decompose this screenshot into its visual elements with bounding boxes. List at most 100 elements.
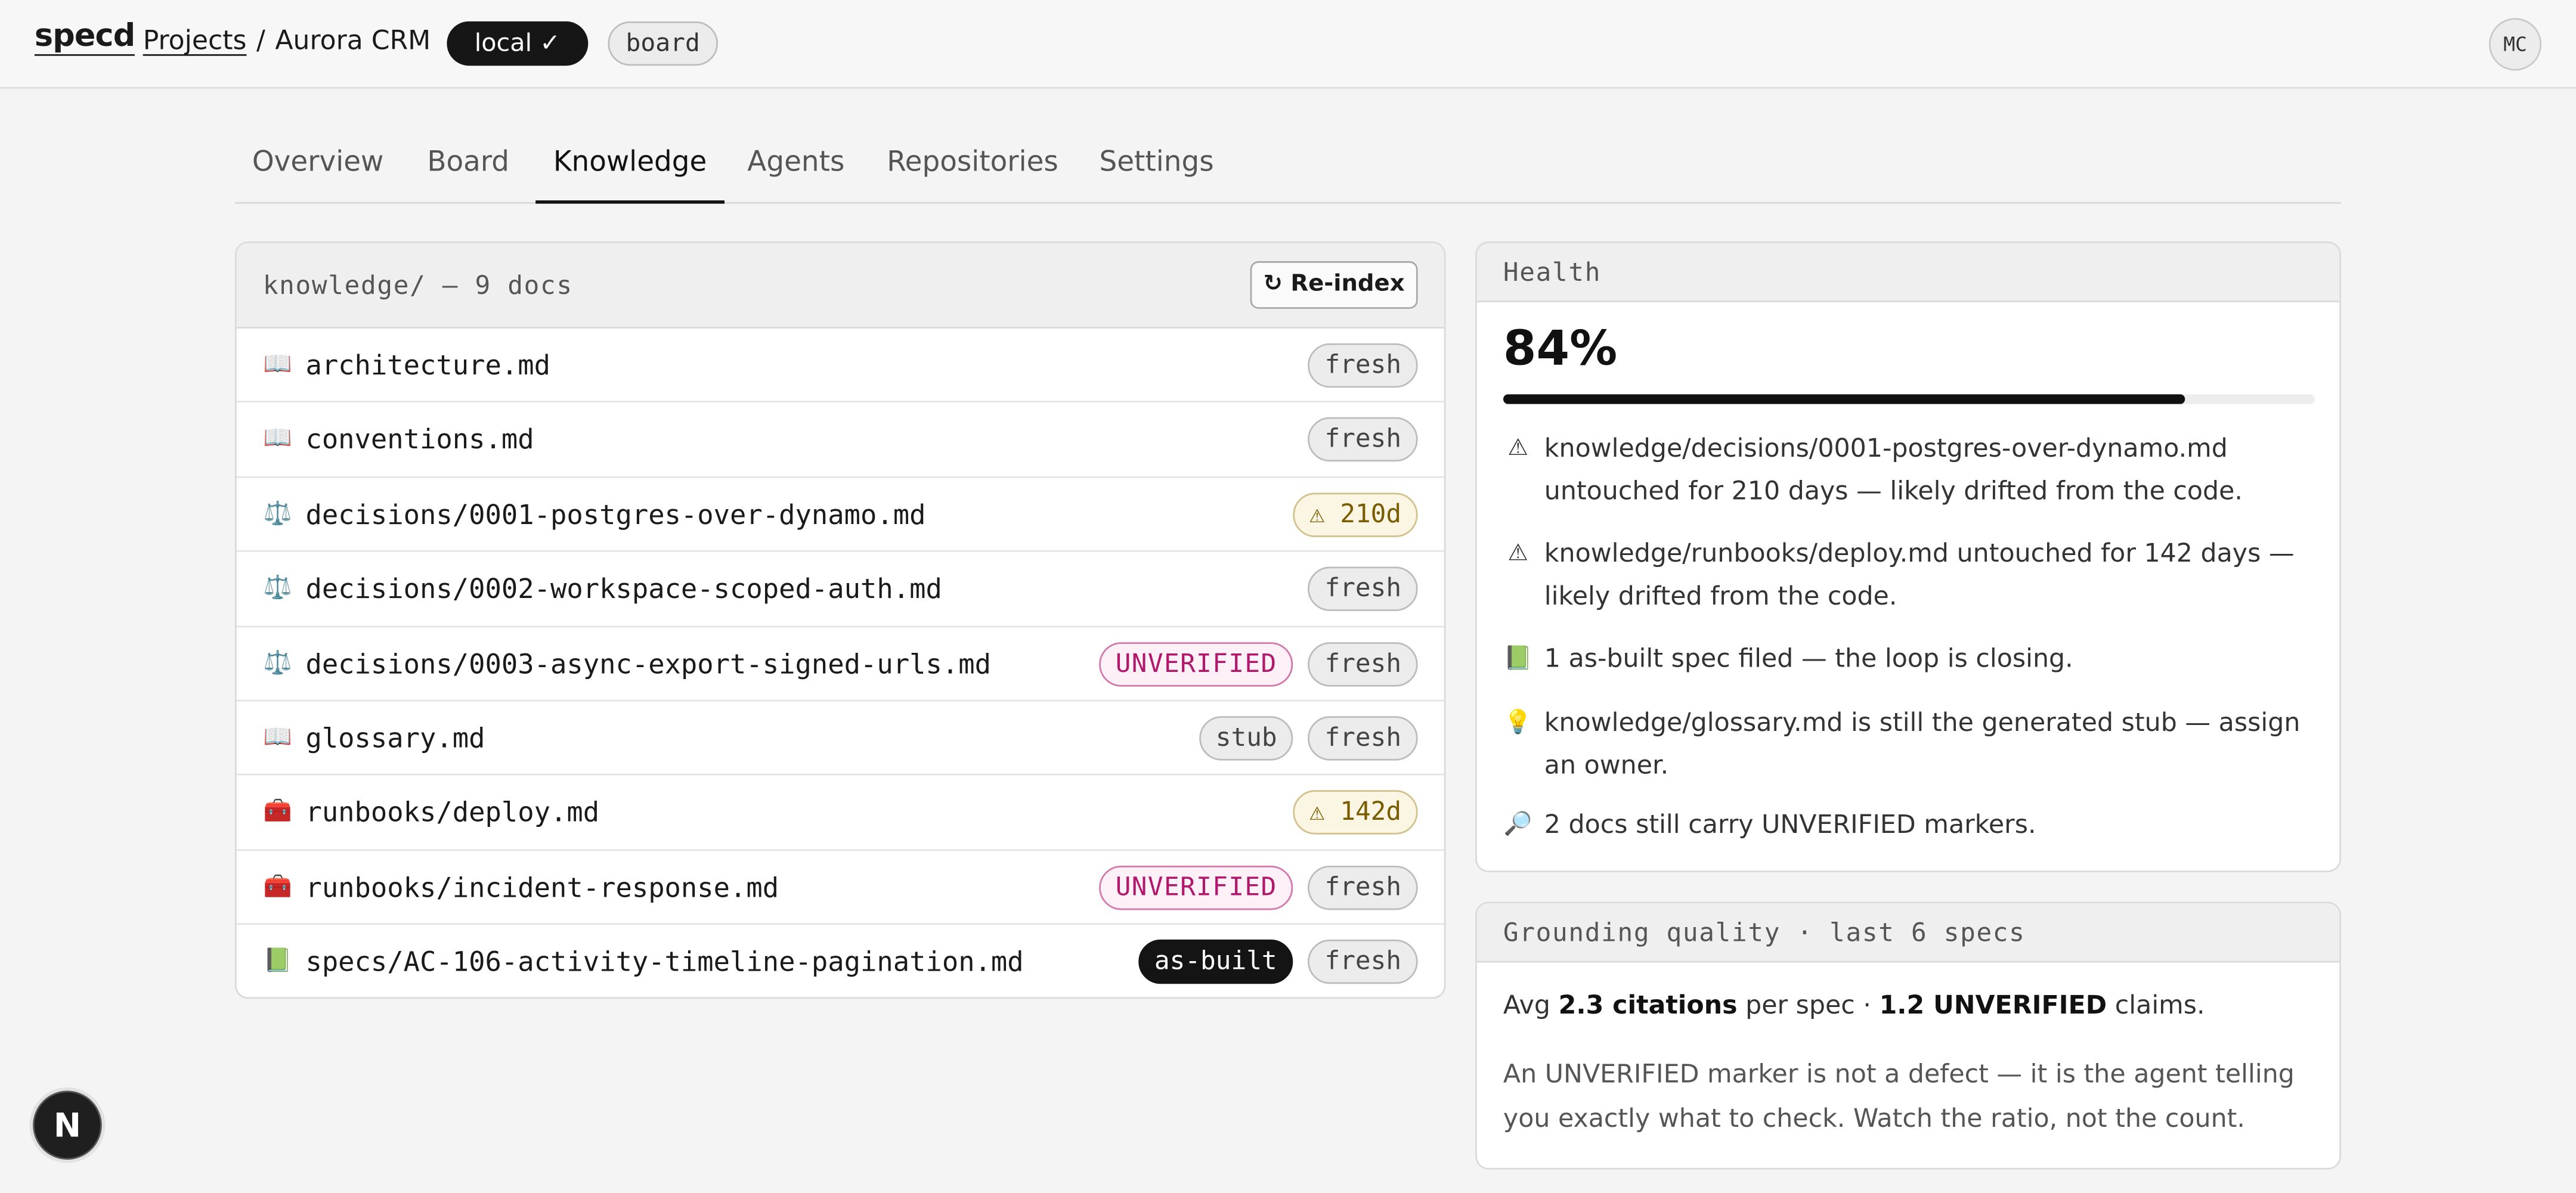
health-progress-bar bbox=[1503, 394, 2315, 404]
stub-badge: stub bbox=[1199, 716, 1294, 761]
lightbulb-icon: 💡 bbox=[1503, 709, 1532, 736]
board-pill[interactable]: board bbox=[608, 21, 718, 66]
toolbox-icon: 🧰 bbox=[263, 798, 292, 826]
health-card-header: Health bbox=[1476, 243, 2340, 302]
built-badge: as-built bbox=[1138, 940, 1294, 984]
scales-icon: ⚖️ bbox=[263, 500, 292, 527]
book-icon: 📖 bbox=[263, 724, 292, 751]
health-card: Health 84% ⚠ knowledge/decisions/0001-pos… bbox=[1475, 241, 2342, 872]
fresh-badge: fresh bbox=[1308, 940, 1418, 984]
tab-overview[interactable]: Overview bbox=[235, 128, 401, 204]
citations-value: 2.3 citations bbox=[1558, 990, 1738, 1020]
fresh-badge: fresh bbox=[1308, 716, 1418, 761]
local-status-pill[interactable]: local ✓ bbox=[447, 21, 589, 66]
tab-settings[interactable]: Settings bbox=[1078, 128, 1235, 204]
doc-badges: UNVERIFIED fresh bbox=[1099, 865, 1418, 910]
unver-badge: UNVERIFIED bbox=[1099, 642, 1294, 686]
grounding-card-header: Grounding quality · last 6 specs bbox=[1476, 903, 2340, 963]
doc-name[interactable]: glossary.md bbox=[305, 701, 485, 775]
health-item-text: 1 as-built spec filed — the loop is clos… bbox=[1544, 643, 2073, 674]
grounding-note: An UNVERIFIED marker is not a defect — i… bbox=[1503, 1059, 2295, 1134]
grounding-card-title: Grounding quality · last 6 specs bbox=[1503, 918, 2026, 948]
magnifier-icon: 🔎 bbox=[1503, 811, 1532, 838]
fresh-badge: fresh bbox=[1308, 417, 1418, 463]
tab-knowledge[interactable]: Knowledge bbox=[535, 128, 724, 204]
health-card-title: Health bbox=[1503, 258, 1602, 288]
doc-row[interactable]: 📖 conventions.md fresh bbox=[236, 403, 1444, 478]
scales-icon: ⚖️ bbox=[263, 575, 292, 602]
toolbox-icon: 🧰 bbox=[263, 873, 292, 900]
tab-agents[interactable]: Agents bbox=[724, 128, 868, 204]
doc-badges: as-built fresh bbox=[1138, 940, 1418, 984]
breadcrumb: Projects / Aurora CRM bbox=[143, 24, 431, 55]
knowledge-card-title: knowledge/ — 9 docs bbox=[262, 271, 573, 301]
doc-list: 📖 architecture.md fresh 📖 conventions.md fres… bbox=[236, 329, 1444, 997]
doc-badges: stub fresh bbox=[1199, 716, 1418, 761]
book-icon: 📖 bbox=[263, 426, 292, 453]
health-progress-fill bbox=[1503, 394, 2185, 404]
doc-name[interactable]: architecture.md bbox=[305, 329, 550, 402]
doc-badges: fresh bbox=[1308, 566, 1418, 612]
app-logo[interactable]: specd bbox=[34, 20, 135, 56]
doc-row[interactable]: ⚖️ decisions/0002-workspace-scoped-auth.m… bbox=[236, 552, 1444, 627]
doc-name[interactable]: specs/AC-106-activity-timeline-paginatio… bbox=[305, 925, 1023, 997]
doc-row[interactable]: 🧰 runbooks/deploy.md ⚠ 142d bbox=[236, 776, 1444, 851]
avg-label: Avg bbox=[1503, 990, 1551, 1020]
doc-row[interactable]: ⚖️ decisions/0001-postgres-over-dynamo.md… bbox=[236, 478, 1444, 553]
health-item: ⚠ knowledge/decisions/0001-postgres-over-… bbox=[1503, 427, 2315, 512]
doc-row[interactable]: 🧰 runbooks/incident-response.md UNVERIFIED… bbox=[236, 850, 1444, 925]
green-book-icon: 📗 bbox=[263, 948, 292, 975]
project-tabs: Overview Board Knowledge Agents Reposito… bbox=[234, 128, 2342, 204]
health-item-text: knowledge/glossary.md is still the gener… bbox=[1544, 708, 2301, 780]
warning-icon: ⚠ bbox=[1507, 540, 1529, 567]
doc-badges: fresh bbox=[1308, 343, 1418, 388]
doc-badges: ⚠ 142d bbox=[1293, 791, 1418, 835]
green-book-icon: 📗 bbox=[1503, 645, 1532, 672]
knowledge-card-header: knowledge/ — 9 docs ↻ Re-index bbox=[236, 243, 1444, 329]
knowledge-docs-card: knowledge/ — 9 docs ↻ Re-index 📖 architec… bbox=[234, 241, 1446, 999]
fresh-badge: fresh bbox=[1308, 642, 1418, 686]
doc-row[interactable]: 📖 glossary.md stub fresh bbox=[236, 701, 1444, 776]
grounding-quality-card: Grounding quality · last 6 specs Avg 2.3… bbox=[1475, 901, 2342, 1170]
unverified-value: 1.2 UNVERIFIED bbox=[1879, 990, 2107, 1020]
unver-badge: UNVERIFIED bbox=[1099, 865, 1294, 910]
health-item-text: knowledge/decisions/0001-postgres-over-d… bbox=[1544, 433, 2243, 506]
scales-icon: ⚖️ bbox=[263, 649, 292, 676]
stale-badge: ⚠ 210d bbox=[1293, 492, 1418, 537]
per-spec-label: per spec · bbox=[1745, 990, 1871, 1020]
health-item: 🔎 2 docs still carry UNVERIFIED markers. bbox=[1503, 803, 2315, 846]
claims-label: claims. bbox=[2114, 990, 2205, 1020]
fresh-badge: fresh bbox=[1308, 566, 1418, 612]
fresh-badge: fresh bbox=[1308, 865, 1418, 910]
doc-badges: ⚠ 210d bbox=[1293, 492, 1418, 537]
stale-badge: ⚠ 142d bbox=[1293, 791, 1418, 835]
doc-row[interactable]: ⚖️ decisions/0003-async-export-signed-url… bbox=[236, 627, 1444, 702]
health-item: 📗 1 as-built spec filed — the loop is clo… bbox=[1503, 637, 2315, 680]
breadcrumb-current-project: Aurora CRM bbox=[275, 24, 431, 56]
doc-row[interactable]: 📗 specs/AC-106-activity-timeline-paginati… bbox=[237, 925, 1444, 997]
doc-badges: fresh bbox=[1308, 417, 1418, 463]
health-item: 💡 knowledge/glossary.md is still the gene… bbox=[1503, 701, 2315, 786]
grounding-summary: Avg 2.3 citations per spec · 1.2 UNVERIF… bbox=[1503, 990, 2205, 1020]
doc-name[interactable]: runbooks/incident-response.md bbox=[305, 850, 779, 924]
breadcrumb-separator: / bbox=[256, 24, 265, 56]
doc-name[interactable]: decisions/0002-workspace-scoped-auth.md bbox=[305, 552, 942, 626]
doc-row[interactable]: 📖 architecture.md fresh bbox=[236, 329, 1444, 404]
user-avatar[interactable]: MC bbox=[2488, 18, 2542, 71]
health-item-text: knowledge/runbooks/deploy.md untouched f… bbox=[1544, 538, 2295, 611]
tab-board[interactable]: Board bbox=[401, 128, 535, 204]
health-item: ⚠ knowledge/runbooks/deploy.md untouched … bbox=[1503, 532, 2315, 618]
doc-badges: UNVERIFIED fresh bbox=[1099, 642, 1418, 686]
doc-name[interactable]: runbooks/deploy.md bbox=[305, 776, 599, 850]
health-percent: 84% bbox=[1503, 320, 1618, 376]
breadcrumb-projects-link[interactable]: Projects bbox=[143, 24, 247, 55]
doc-name[interactable]: conventions.md bbox=[305, 403, 534, 477]
doc-name[interactable]: decisions/0001-postgres-over-dynamo.md bbox=[305, 478, 925, 551]
top-bar: specd Projects / Aurora CRM local ✓ board … bbox=[0, 0, 2576, 89]
reindex-button[interactable]: ↻ Re-index bbox=[1250, 261, 1418, 309]
warning-icon: ⚠ bbox=[1507, 435, 1529, 462]
doc-name[interactable]: decisions/0003-async-export-signed-urls.… bbox=[305, 627, 991, 701]
dev-tools-button[interactable]: N bbox=[33, 1090, 102, 1160]
tab-repositories[interactable]: Repositories bbox=[868, 128, 1078, 204]
fresh-badge: fresh bbox=[1308, 343, 1418, 388]
